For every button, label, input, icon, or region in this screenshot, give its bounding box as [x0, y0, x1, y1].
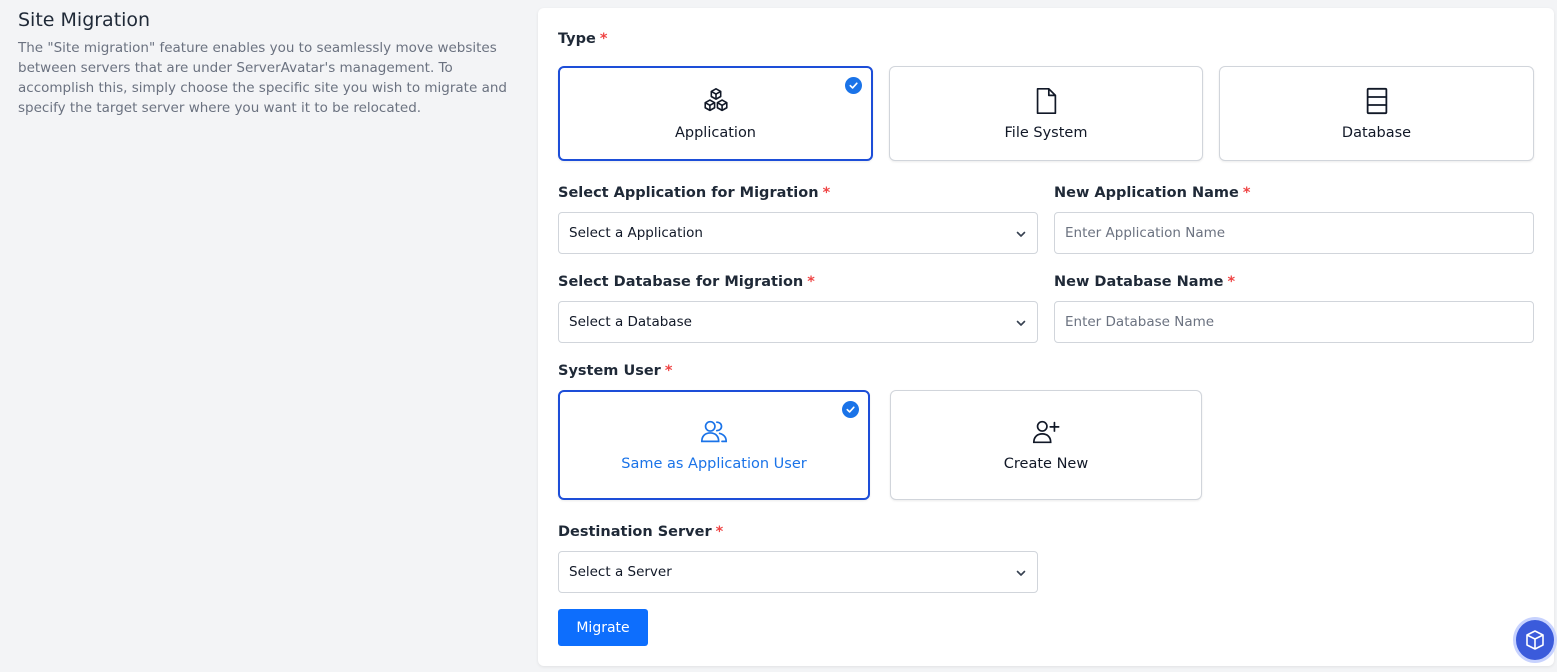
required-mark: * — [715, 524, 724, 540]
select-database-value: Select a Database — [569, 314, 692, 330]
new-application-name-label: New Application Name * — [1054, 184, 1250, 202]
required-mark: * — [664, 363, 673, 379]
type-option-application[interactable]: Application — [558, 66, 873, 161]
new-application-name-input[interactable] — [1065, 225, 1523, 241]
destination-server-value: Select a Server — [569, 564, 672, 580]
select-application-dropdown[interactable]: Select a Application — [558, 212, 1038, 254]
type-option-label: File System — [1004, 124, 1088, 141]
required-mark: * — [599, 31, 608, 47]
new-database-name-field[interactable] — [1054, 301, 1534, 343]
system-user-label-text: System User — [558, 363, 661, 379]
system-user-option-label: Same as Application User — [621, 456, 807, 472]
destination-server-dropdown[interactable]: Select a Server — [558, 551, 1038, 593]
select-application-label: Select Application for Migration * — [558, 184, 830, 202]
migrate-button[interactable]: Migrate — [558, 609, 648, 646]
migration-form-card: Type * Application File System Database … — [538, 8, 1554, 666]
new-database-name-label-text: New Database Name — [1054, 274, 1224, 290]
type-option-file-system[interactable]: File System — [889, 66, 1203, 161]
page-description: The "Site migration" feature enables you… — [18, 40, 507, 116]
cubes-icon — [700, 85, 732, 117]
required-mark: * — [1242, 185, 1251, 201]
user-plus-icon — [1030, 416, 1062, 448]
file-icon — [1030, 85, 1062, 117]
system-user-label: System User * — [558, 362, 672, 380]
system-user-option-label: Create New — [1003, 456, 1089, 472]
chevron-down-icon — [1016, 231, 1026, 237]
type-option-database[interactable]: Database — [1219, 66, 1534, 161]
select-database-dropdown[interactable]: Select a Database — [558, 301, 1038, 343]
users-icon — [698, 416, 730, 448]
select-database-label: Select Database for Migration * — [558, 273, 815, 291]
destination-server-label-text: Destination Server — [558, 524, 712, 540]
database-icon — [1361, 85, 1393, 117]
type-label: Type * — [558, 30, 607, 48]
new-database-name-label: New Database Name * — [1054, 273, 1235, 291]
select-application-value: Select a Application — [569, 225, 703, 241]
system-user-option-create-new[interactable]: Create New — [890, 390, 1202, 500]
select-application-label-text: Select Application for Migration — [558, 185, 819, 201]
new-application-name-field[interactable] — [1054, 212, 1534, 254]
required-mark: * — [807, 274, 815, 290]
type-option-label: Database — [1341, 124, 1412, 141]
box-icon — [1526, 630, 1544, 650]
help-widget-button[interactable] — [1513, 617, 1557, 663]
type-option-label: Application — [674, 124, 757, 141]
chevron-down-icon — [1016, 570, 1026, 576]
intro-section: Site Migration The "Site migration" feat… — [18, 8, 513, 118]
new-application-name-label-text: New Application Name — [1054, 185, 1239, 201]
required-mark: * — [822, 185, 831, 201]
select-database-label-text: Select Database for Migration — [558, 274, 804, 290]
type-label-text: Type — [558, 31, 596, 47]
new-database-name-input[interactable] — [1065, 314, 1523, 330]
check-icon — [842, 401, 859, 418]
check-icon — [845, 77, 862, 94]
required-mark: * — [1227, 274, 1236, 290]
system-user-option-same[interactable]: Same as Application User — [558, 390, 870, 500]
page-title: Site Migration — [18, 9, 151, 31]
chevron-down-icon — [1016, 320, 1026, 326]
destination-server-label: Destination Server * — [558, 523, 723, 541]
